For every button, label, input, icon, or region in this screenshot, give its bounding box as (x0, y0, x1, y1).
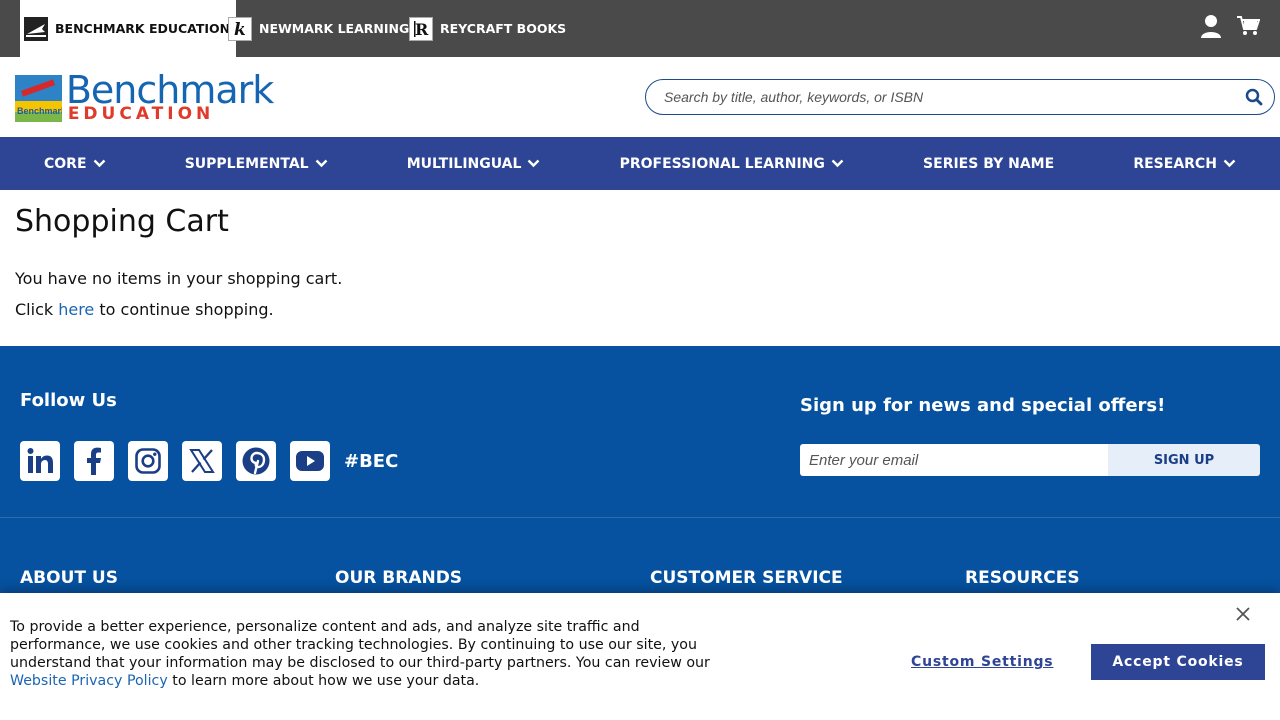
empty-cart-message: You have no items in your shopping cart. (15, 269, 343, 288)
brand-tab-benchmark[interactable]: BENCHMARK EDUCATION (20, 0, 237, 57)
cookie-text-body: To provide a better experience, personal… (10, 619, 710, 671)
footer-heading-resources[interactable]: RESOURCES (965, 568, 1080, 588)
nav-label: SERIES BY NAME (923, 155, 1055, 172)
continue-shopping-text: Click here to continue shopping. (15, 300, 274, 319)
hashtag[interactable]: #BEC (344, 451, 398, 472)
search-button[interactable] (1234, 82, 1274, 112)
reycraft-logo-icon: R (409, 16, 433, 41)
nav-item-professional-learning[interactable]: PROFESSIONAL LEARNING (620, 156, 844, 172)
cookie-message: To provide a better experience, personal… (10, 618, 722, 690)
newsletter-heading: Sign up for news and special offers! (800, 395, 1166, 416)
cookie-text-after: to learn more about how we use your data… (167, 673, 480, 689)
continue-prefix: Click (15, 300, 59, 319)
nav-item-supplemental[interactable]: SUPPLEMENTAL (185, 156, 328, 172)
search-icon (1245, 88, 1263, 106)
newsletter-form: SIGN UP (800, 444, 1260, 476)
svg-text:R: R (415, 20, 429, 39)
social-links: #BEC (20, 441, 398, 481)
footer-divider (0, 517, 1280, 518)
follow-us-heading: Follow Us (20, 390, 117, 411)
logo-mark: Benchmark (15, 75, 62, 122)
logo-mark-text: Benchmark (17, 106, 62, 116)
newmark-logo-icon: k (228, 16, 252, 41)
nav-label: MULTILINGUAL (406, 155, 522, 172)
brand-bar: BENCHMARK EDUCATION k NEWMARK LEARNING R… (0, 0, 1280, 57)
search-bar (645, 79, 1275, 115)
benchmark-education-logo[interactable]: Benchmark Benchmark EDUCATION (15, 68, 274, 124)
cookie-banner: To provide a better experience, personal… (0, 593, 1280, 720)
chevron-down-icon (315, 159, 327, 168)
footer-heading-customer-service[interactable]: CUSTOMER SERVICE (650, 568, 843, 588)
footer-heading-our-brands[interactable]: OUR BRANDS (335, 568, 462, 588)
nav-label: SUPPLEMENTAL (184, 155, 309, 172)
chevron-down-icon (528, 159, 540, 168)
main-nav: CORE SUPPLEMENTAL MULTILINGUAL PROFESSIO… (0, 137, 1280, 190)
youtube-icon[interactable] (290, 441, 330, 481)
pinterest-icon[interactable] (236, 441, 276, 481)
instagram-icon[interactable] (128, 441, 168, 481)
nav-item-research[interactable]: RESEARCH (1133, 156, 1236, 172)
svg-text:k: k (234, 20, 246, 39)
linkedin-icon[interactable] (20, 441, 60, 481)
privacy-policy-link[interactable]: Website Privacy Policy (10, 673, 168, 689)
nav-label: CORE (44, 155, 87, 172)
search-input[interactable] (646, 82, 1234, 112)
benchmark-logo-icon (24, 16, 48, 41)
site-header: Benchmark Benchmark EDUCATION (0, 57, 1280, 137)
accept-cookies-button[interactable]: Accept Cookies (1091, 644, 1265, 680)
user-icon[interactable] (1200, 14, 1222, 43)
facebook-icon[interactable] (74, 441, 114, 481)
logo-word-education: EDUCATION (67, 104, 215, 124)
email-input[interactable] (800, 444, 1108, 476)
footer-heading-about-us[interactable]: ABOUT US (20, 568, 118, 588)
nav-item-core[interactable]: CORE (44, 156, 106, 172)
close-icon[interactable] (1234, 605, 1252, 623)
x-icon[interactable] (182, 441, 222, 481)
nav-label: RESEARCH (1133, 155, 1217, 172)
continue-suffix: to continue shopping. (94, 300, 274, 319)
sign-up-button[interactable]: SIGN UP (1108, 444, 1260, 476)
brand-label: NEWMARK LEARNING (259, 21, 410, 36)
page-title: Shopping Cart (15, 204, 229, 239)
continue-shopping-link[interactable]: here (58, 300, 94, 319)
nav-item-multilingual[interactable]: MULTILINGUAL (407, 156, 541, 172)
account-tools (1200, 0, 1280, 57)
cart-icon[interactable] (1236, 15, 1261, 42)
nav-item-series-by-name[interactable]: SERIES BY NAME (923, 156, 1054, 172)
brand-tab-newmark[interactable]: k NEWMARK LEARNING (228, 0, 409, 57)
nav-label: PROFESSIONAL LEARNING (619, 155, 825, 172)
brand-tab-reycraft[interactable]: R REYCRAFT BOOKS (409, 0, 566, 57)
brand-label: REYCRAFT BOOKS (440, 21, 567, 36)
brand-label: BENCHMARK EDUCATION (55, 21, 231, 36)
chevron-down-icon (831, 159, 844, 168)
custom-settings-button[interactable]: Custom Settings (911, 654, 1053, 670)
chevron-down-icon (93, 159, 105, 168)
chevron-down-icon (1223, 159, 1236, 168)
